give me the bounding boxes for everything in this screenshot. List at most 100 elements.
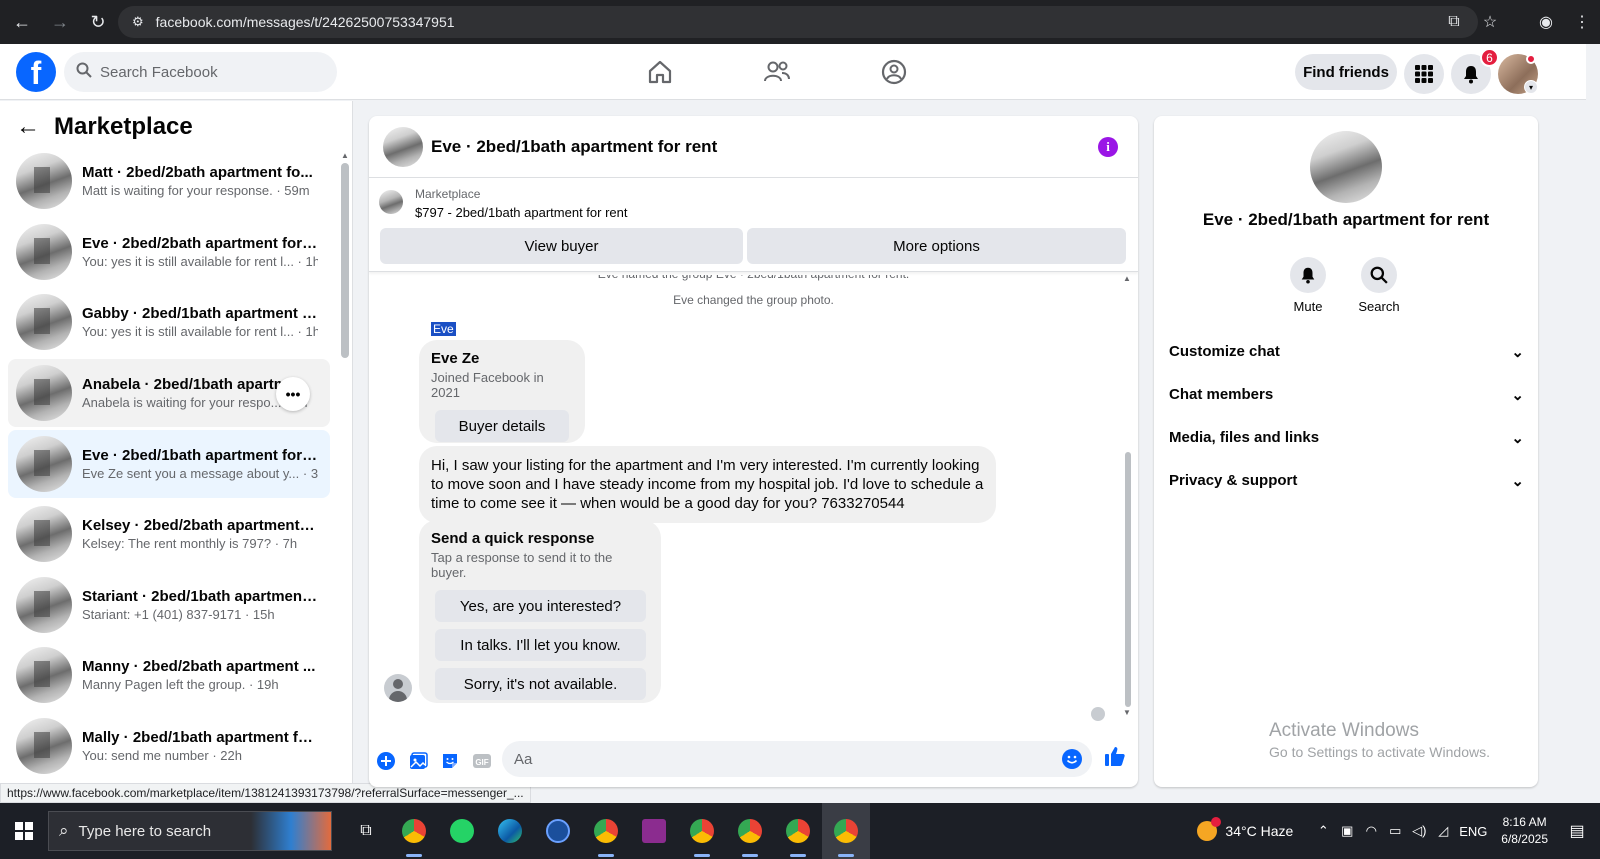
back-arrow-icon[interactable]: ← — [6, 6, 38, 38]
conversation-title: Gabby · 2bed/1bath apartment f... — [82, 305, 318, 322]
chat-avatar[interactable] — [383, 126, 423, 167]
quick-response-button[interactable]: In talks. I'll let you know. — [435, 629, 646, 661]
windows-start-icon[interactable] — [0, 803, 48, 859]
find-friends-button[interactable]: Find friends — [1295, 54, 1397, 90]
gif-icon[interactable]: GIF — [466, 745, 498, 777]
conversation-item[interactable]: Kelsey · 2bed/2bath apartment f... Kelsey… — [8, 500, 330, 568]
conversation-title: Manny · 2bed/2bath apartment ... — [82, 658, 316, 675]
message-input-box[interactable] — [502, 741, 1092, 777]
conversation-item-active[interactable]: Eve · 2bed/1bath apartment for ... Eve Ze… — [8, 430, 330, 498]
chat-scrollbar[interactable] — [1125, 452, 1131, 707]
chevron-down-icon: ⌄ — [1511, 386, 1524, 404]
chat-title[interactable]: Eve · 2bed/1bath apartment for rent — [431, 137, 717, 157]
info-icon[interactable]: i — [1098, 137, 1118, 157]
chat-members-section[interactable]: Chat members ⌄ — [1169, 373, 1524, 416]
app-icon[interactable] — [534, 803, 582, 859]
scroll-up-arrow[interactable]: ▲ — [341, 151, 349, 160]
install-app-icon[interactable]: ⧉ — [1436, 13, 1472, 31]
wifi-icon[interactable]: ◠ — [1359, 823, 1383, 839]
listing-price[interactable]: $797 - 2bed/1bath apartment for rent — [415, 205, 627, 220]
chrome-app-icon[interactable] — [390, 803, 438, 859]
search-conversation-button[interactable]: Search — [1339, 257, 1419, 314]
chrome-profile-app-icon[interactable] — [678, 803, 726, 859]
friends-icon[interactable] — [747, 54, 807, 90]
view-buyer-button[interactable]: View buyer — [380, 228, 743, 264]
chevron-down-icon[interactable]: ▾ — [1524, 80, 1538, 94]
conversation-item[interactable]: Gabby · 2bed/1bath apartment f... You: ye… — [8, 288, 330, 356]
chrome-menu-icon[interactable]: ⋮ — [1564, 12, 1600, 32]
taskbar-search[interactable]: ⌕ Type here to search — [48, 811, 332, 851]
volume-icon[interactable]: ◁) — [1407, 823, 1431, 839]
conversation-preview: Eve Ze sent you a message about y... · 3… — [82, 466, 318, 481]
scroll-up-arrow[interactable]: ▲ — [1123, 274, 1131, 283]
battery-icon[interactable]: ▭ — [1383, 823, 1407, 839]
chrome-active-app-icon[interactable] — [822, 803, 870, 859]
facebook-search[interactable] — [64, 52, 337, 92]
thumbs-up-icon[interactable] — [1104, 745, 1126, 773]
language-indicator[interactable]: ENG — [1455, 824, 1491, 839]
sender-avatar[interactable] — [384, 674, 412, 702]
chevron-up-icon[interactable]: ⌃ — [1311, 823, 1335, 839]
forward-arrow-icon[interactable]: → — [44, 6, 76, 38]
privacy-support-section[interactable]: Privacy & support ⌄ — [1169, 459, 1524, 502]
address-bar[interactable]: ⚙ facebook.com/messages/t/24262500753347… — [118, 6, 1478, 38]
listing-thumbnail — [16, 436, 72, 492]
mute-button[interactable]: Mute — [1268, 257, 1348, 314]
network-icon[interactable]: ◿ — [1431, 823, 1455, 839]
notification-center-icon[interactable]: ▤ — [1562, 821, 1592, 841]
more-options-icon[interactable]: ••• — [276, 377, 310, 411]
conversation-item[interactable]: Stariant · 2bed/1bath apartment... Staria… — [8, 571, 330, 639]
task-view-icon[interactable]: ⧉ — [342, 803, 390, 859]
chrome-profile-icon[interactable]: ◉ — [1528, 12, 1564, 32]
conversation-item[interactable]: Matt · 2bed/2bath apartment fo... Matt is… — [8, 147, 330, 215]
emoji-icon[interactable] — [1062, 749, 1082, 769]
plus-circle-icon[interactable] — [370, 745, 402, 777]
clock[interactable]: 8:16 AM 6/8/2025 — [1501, 814, 1548, 848]
message-thread: Eve named the group Eve · 2bed/1bath apa… — [369, 272, 1138, 735]
buyer-details-button[interactable]: Buyer details — [435, 410, 569, 442]
chrome-profile-app-icon[interactable] — [774, 803, 822, 859]
quick-response-button[interactable]: Sorry, it's not available. — [435, 668, 646, 700]
groups-icon[interactable] — [864, 54, 924, 90]
back-arrow-icon[interactable]: ← — [16, 113, 40, 141]
chat-avatar-large[interactable] — [1310, 131, 1382, 203]
customize-chat-section[interactable]: Customize chat ⌄ — [1169, 330, 1524, 373]
quick-response-button[interactable]: Yes, are you interested? — [435, 590, 646, 622]
menu-grid-icon[interactable] — [1404, 54, 1444, 94]
edge-icon[interactable] — [486, 803, 534, 859]
chrome-profile-app-icon[interactable] — [582, 803, 630, 859]
gif-label: GIF — [475, 758, 488, 767]
winrar-icon[interactable] — [630, 803, 678, 859]
conversation-item[interactable]: Eve · 2bed/2bath apartment for ... You: y… — [8, 218, 330, 286]
reload-icon[interactable]: ↻ — [82, 6, 114, 38]
facebook-search-input[interactable] — [100, 63, 320, 81]
home-icon[interactable] — [630, 54, 690, 90]
bookmark-star-icon[interactable]: ☆ — [1472, 12, 1508, 32]
notifications-bell-icon[interactable]: 6 — [1451, 48, 1499, 94]
weather-widget[interactable]: 34°C Haze — [1197, 817, 1294, 841]
listing-thumbnail — [16, 718, 72, 774]
sticker-icon[interactable] — [434, 745, 466, 777]
meet-icon[interactable]: ▣ — [1335, 823, 1359, 839]
message-input[interactable] — [514, 750, 1034, 768]
scroll-down-arrow[interactable]: ▼ — [1123, 708, 1131, 717]
listing-thumbnail — [16, 153, 72, 209]
conversation-item[interactable]: Manny · 2bed/2bath apartment ... Manny Pa… — [8, 641, 330, 709]
photo-icon[interactable] — [402, 745, 434, 777]
conversation-item[interactable]: Mally · 2bed/1bath apartment fo... You: s… — [8, 712, 330, 780]
media-files-links-section[interactable]: Media, files and links ⌄ — [1169, 416, 1524, 459]
chrome-profile-app-icon[interactable] — [726, 803, 774, 859]
weather-text: 34°C Haze — [1225, 823, 1294, 839]
facebook-logo[interactable]: f — [16, 52, 56, 92]
search-icon — [76, 62, 92, 83]
site-settings-icon[interactable]: ⚙ — [132, 14, 144, 30]
quick-response-subtitle: Tap a response to send it to the buyer. — [431, 550, 613, 580]
sidebar-scrollbar[interactable] — [341, 163, 349, 358]
whatsapp-icon[interactable] — [438, 803, 486, 859]
more-options-button[interactable]: More options — [747, 228, 1126, 264]
page-scrollbar[interactable] — [1586, 44, 1600, 803]
listing-thumbnail[interactable] — [379, 190, 403, 214]
facebook-top-nav: f Find friends 6 — [0, 44, 1600, 100]
conversation-item[interactable]: Anabela · 2bed/1bath apartm... Anabela is… — [8, 359, 330, 427]
conversation-preview: You: send me number · 22h — [82, 748, 242, 763]
